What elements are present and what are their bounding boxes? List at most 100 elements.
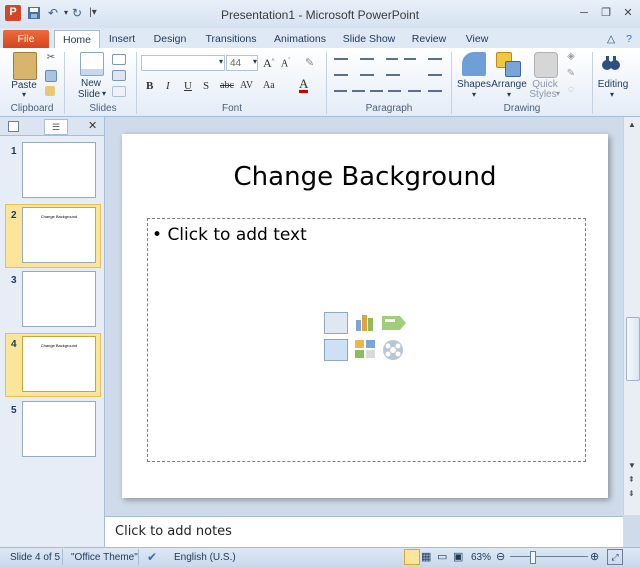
cut-icon[interactable]: ✂ xyxy=(44,52,58,63)
outline-tab-icon[interactable]: ☰ xyxy=(44,119,68,135)
slide-thumbnail-3[interactable] xyxy=(22,271,96,327)
quick-styles-dropdown-icon[interactable]: ▾ xyxy=(554,89,562,98)
scroll-up-icon[interactable]: ▲ xyxy=(628,120,636,129)
font-name-field[interactable] xyxy=(141,55,225,71)
text-shadow-icon[interactable]: S xyxy=(203,80,209,92)
shapes-icon[interactable] xyxy=(462,52,486,76)
language[interactable]: English (U.S.) xyxy=(174,552,236,563)
insert-chart-icon[interactable] xyxy=(354,312,376,332)
bullets-icon[interactable] xyxy=(334,58,348,60)
spell-check-icon[interactable]: ✔ xyxy=(147,550,157,564)
zoom-slider-thumb[interactable] xyxy=(530,551,536,564)
grow-font-icon[interactable]: A^ xyxy=(263,56,275,71)
notes-pane[interactable]: Click to add notes xyxy=(105,516,623,547)
editing-binoculars-icon[interactable] xyxy=(601,53,621,73)
align-left-icon[interactable] xyxy=(334,90,347,92)
slide-thumbnail-2[interactable]: Change Background xyxy=(22,207,96,263)
tab-view[interactable]: View xyxy=(462,30,492,48)
shape-fill-icon[interactable]: ◈ xyxy=(564,51,578,62)
tab-file[interactable]: File xyxy=(3,30,49,48)
tab-insert[interactable]: Insert xyxy=(104,30,140,48)
smartart-icon[interactable] xyxy=(386,74,400,76)
align-text-icon[interactable] xyxy=(360,74,374,76)
character-spacing-icon[interactable]: AV xyxy=(240,80,253,91)
zoom-out-icon[interactable]: ⊖ xyxy=(496,550,505,563)
quick-styles-icon[interactable] xyxy=(534,52,558,78)
editing-dropdown-icon[interactable]: ▾ xyxy=(606,90,618,99)
shapes-button[interactable]: Shapes xyxy=(455,79,493,90)
insert-table-icon[interactable] xyxy=(324,312,348,334)
shape-outline-icon[interactable]: ✎ xyxy=(564,68,578,79)
paste-icon[interactable] xyxy=(13,52,37,80)
align-right-icon[interactable] xyxy=(370,90,383,92)
section-icon[interactable] xyxy=(112,86,126,97)
increase-indent-icon[interactable] xyxy=(404,58,416,60)
slide-show-icon[interactable]: ▣ xyxy=(453,550,463,563)
numbering-icon[interactable] xyxy=(360,58,374,60)
next-slide-icon[interactable]: ⇟ xyxy=(628,489,635,498)
slides-tab-icon[interactable] xyxy=(8,121,19,132)
tab-transitions[interactable]: Transitions xyxy=(203,30,259,48)
tab-animations[interactable]: Animations xyxy=(270,30,330,48)
new-slide-dropdown-icon[interactable]: ▾ xyxy=(100,89,108,98)
reading-view-icon[interactable]: ▭ xyxy=(437,550,447,563)
distributed-icon[interactable] xyxy=(408,90,421,92)
help-icon[interactable]: ? xyxy=(622,30,636,48)
scroll-thumb[interactable] xyxy=(626,317,640,381)
text-direction-icon[interactable] xyxy=(334,74,348,76)
scroll-down-icon[interactable]: ▼ xyxy=(628,461,636,470)
zoom-level[interactable]: 63% xyxy=(471,552,491,563)
close-panel-icon[interactable]: ✕ xyxy=(88,119,97,132)
slide-title[interactable]: Change Background xyxy=(122,162,608,192)
justify-icon[interactable] xyxy=(388,90,401,92)
insert-picture-icon[interactable] xyxy=(324,339,348,361)
slide-thumbnail-1[interactable] xyxy=(22,142,96,198)
font-color-icon[interactable]: A xyxy=(299,77,309,93)
previous-slide-icon[interactable]: ⇞ xyxy=(628,475,635,484)
editing-button[interactable]: Editing xyxy=(594,79,632,90)
underline-icon[interactable]: U xyxy=(184,80,192,92)
shrink-font-icon[interactable]: Aˇ xyxy=(281,58,290,69)
clear-formatting-icon[interactable]: ✎ xyxy=(305,56,314,69)
layout-icon[interactable] xyxy=(112,54,126,65)
new-slide-label-1[interactable]: New xyxy=(74,78,108,89)
insert-clip-art-icon[interactable] xyxy=(354,339,376,359)
font-name-dropdown-icon[interactable]: ▾ xyxy=(216,57,226,66)
format-painter-icon[interactable] xyxy=(45,86,55,96)
copy-icon[interactable] xyxy=(45,70,57,82)
restore-icon[interactable]: ❐ xyxy=(597,6,615,20)
arrange-dropdown-icon[interactable]: ▾ xyxy=(503,90,515,99)
italic-icon[interactable]: I xyxy=(166,80,170,92)
paste-dropdown-icon[interactable]: ▾ xyxy=(18,90,30,99)
slide-thumbnail-5[interactable] xyxy=(22,401,96,457)
content-placeholder[interactable]: • Click to add text xyxy=(147,218,586,462)
center-icon[interactable] xyxy=(352,90,365,92)
tab-design[interactable]: Design xyxy=(150,30,190,48)
bold-icon[interactable]: B xyxy=(146,80,153,92)
reset-icon[interactable] xyxy=(112,70,126,81)
strikethrough-icon[interactable]: abc xyxy=(220,80,234,91)
fit-to-window-icon[interactable]: ⤢ xyxy=(607,549,623,565)
change-case-icon[interactable]: Aa xyxy=(263,80,275,91)
minimize-ribbon-icon[interactable]: △ xyxy=(604,30,618,48)
bullet-text[interactable]: • Click to add text xyxy=(152,225,307,245)
columns-icon[interactable] xyxy=(428,74,442,76)
tab-slide-show[interactable]: Slide Show xyxy=(340,30,398,48)
decrease-indent-icon[interactable] xyxy=(386,58,398,60)
tab-home[interactable]: Home xyxy=(54,30,100,49)
vertical-scrollbar[interactable]: ▲ ▼ ⇞ ⇟ xyxy=(623,117,640,515)
zoom-in-icon[interactable]: ⊕ xyxy=(590,550,599,563)
font-size-dropdown-icon[interactable]: ▾ xyxy=(250,57,260,66)
close-icon[interactable]: ✕ xyxy=(619,6,637,20)
zoom-slider-track[interactable] xyxy=(510,556,588,557)
new-slide-icon[interactable] xyxy=(80,52,104,76)
slide-sorter-icon[interactable]: ▦ xyxy=(421,550,431,563)
normal-view-icon[interactable] xyxy=(404,549,420,565)
slide-thumbnail-4[interactable]: Change Background xyxy=(22,336,96,392)
minimize-icon[interactable]: ─ xyxy=(575,6,593,20)
slide-canvas[interactable]: Change Background • Click to add text xyxy=(122,134,608,498)
shapes-dropdown-icon[interactable]: ▾ xyxy=(468,90,480,99)
shape-effects-icon[interactable]: ◌ xyxy=(564,84,578,95)
tab-review[interactable]: Review xyxy=(408,30,450,48)
paragraph-columns-icon[interactable] xyxy=(428,90,442,92)
